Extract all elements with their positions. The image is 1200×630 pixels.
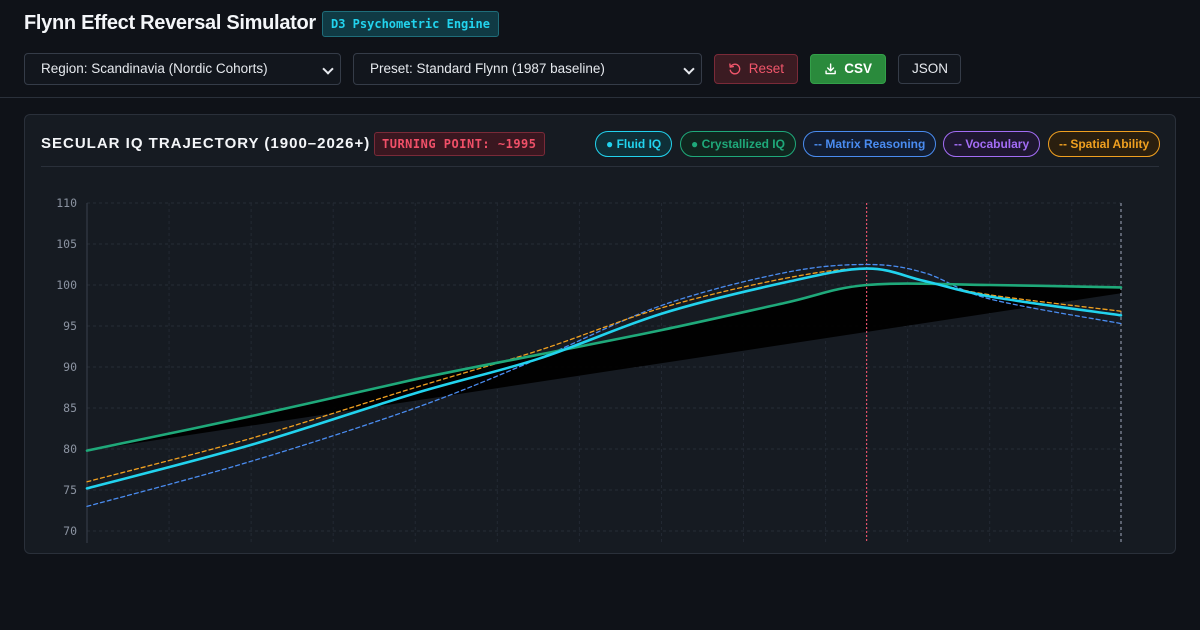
legend-label: -- Matrix Reasoning: [814, 137, 926, 151]
download-icon: [825, 63, 836, 75]
y-tick-label: 70: [63, 524, 77, 538]
legend-fluid-iq[interactable]: ● Fluid IQ: [595, 131, 673, 157]
panel-header: SECULAR IQ TRAJECTORY (1900–2026+) TURNI…: [41, 131, 1161, 167]
region-select-value: Region: Scandinavia (Nordic Cohorts): [41, 61, 268, 76]
chevron-down-icon: [683, 63, 695, 75]
legend-vocabulary[interactable]: -- Vocabulary: [943, 131, 1041, 157]
y-tick-label: 85: [63, 401, 77, 415]
csv-export-button[interactable]: CSV: [810, 54, 886, 84]
preset-select[interactable]: Preset: Standard Flynn (1987 baseline): [353, 53, 702, 85]
legend-spatial-ability[interactable]: -- Spatial Ability: [1048, 131, 1161, 157]
legend-crystallized-iq[interactable]: ● Crystallized IQ: [680, 131, 796, 157]
region-select[interactable]: Region: Scandinavia (Nordic Cohorts): [24, 53, 341, 85]
y-tick-label: 90: [63, 360, 77, 374]
turning-point-badge: TURNING POINT: ~1995: [374, 132, 545, 156]
legend-matrix-reasoning[interactable]: -- Matrix Reasoning: [803, 131, 937, 157]
app-header: Flynn Effect Reversal Simulator D3 Psych…: [0, 0, 1200, 98]
legend-label: ● Crystallized IQ: [691, 137, 785, 151]
panel-title: SECULAR IQ TRAJECTORY (1900–2026+): [41, 135, 371, 152]
chart-panel: 70 75 80 85 90 95 100 105 110 SECULAR IQ TRAJECT…: [24, 114, 1176, 554]
csv-label: CSV: [844, 61, 872, 76]
y-tick-label: 105: [56, 237, 77, 251]
legend-label: ● Fluid IQ: [606, 137, 662, 151]
y-tick-label: 80: [63, 442, 77, 456]
reset-icon: [729, 63, 741, 75]
legend-label: -- Spatial Ability: [1059, 137, 1150, 151]
y-tick-label: 75: [63, 483, 77, 497]
y-tick-label: 110: [56, 196, 77, 210]
json-label: JSON: [912, 61, 949, 76]
y-tick-label: 100: [56, 278, 77, 292]
app-title: Flynn Effect Reversal Simulator: [24, 12, 316, 34]
json-export-button[interactable]: JSON: [898, 54, 961, 84]
reset-button[interactable]: Reset: [714, 54, 798, 84]
legend-label: -- Vocabulary: [954, 137, 1030, 151]
chevron-down-icon: [322, 63, 334, 75]
chart-area: 70 75 80 85 90 95 100 105 110: [25, 115, 1177, 543]
trajectory-chart: 70 75 80 85 90 95 100 105 110: [56, 196, 1123, 543]
engine-badge: D3 Psychometric Engine: [322, 11, 499, 37]
reset-label: Reset: [748, 61, 784, 76]
y-tick-label: 95: [63, 319, 77, 333]
preset-select-value: Preset: Standard Flynn (1987 baseline): [370, 61, 605, 76]
